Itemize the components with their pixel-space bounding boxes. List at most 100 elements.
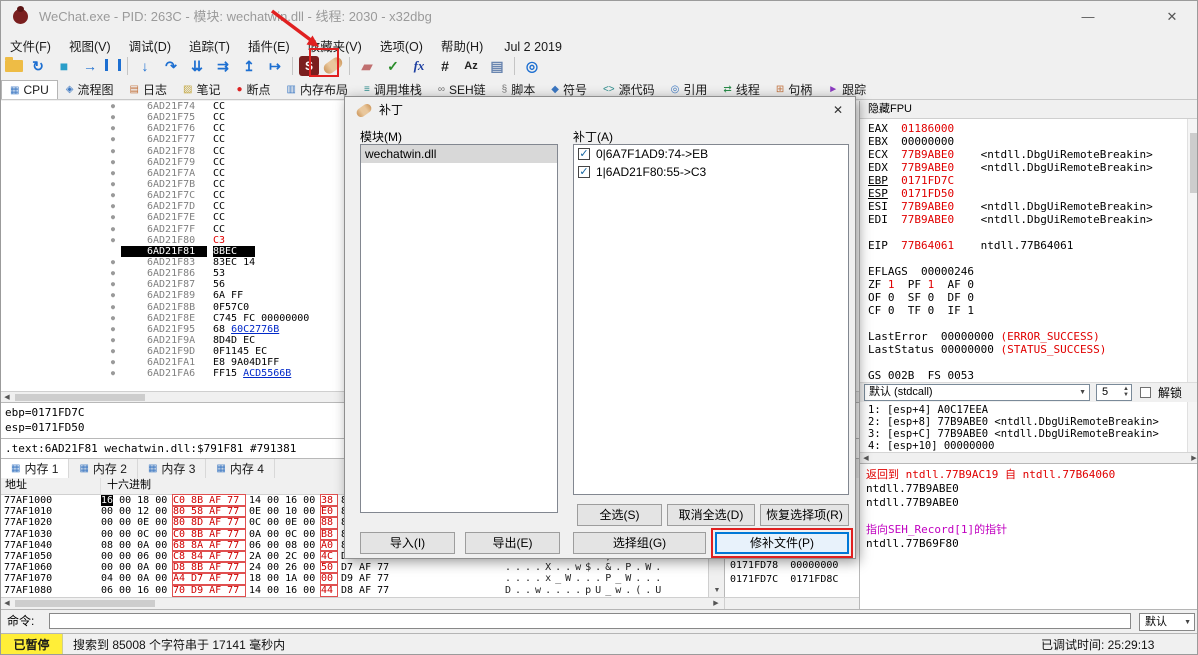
hash-icon[interactable]: #: [434, 55, 456, 77]
check-icon[interactable]: ✓: [382, 55, 404, 77]
scroll-left-icon[interactable]: ◀: [1, 393, 13, 402]
pause-icon[interactable]: [105, 59, 121, 71]
checkbox-checked-icon[interactable]: ✓: [578, 166, 590, 178]
register-line[interactable]: EDX 77B9ABE0 <ntdll.DbgUiRemoteBreakin>: [868, 161, 1186, 174]
register-line[interactable]: EFLAGS 00000246: [868, 265, 1186, 278]
dump-row[interactable]: 77AF1080 06 00 16 00 70 D9 AF 77 14 00 16 0…: [1, 583, 724, 597]
tab-notes[interactable]: ▨ 笔记: [175, 80, 228, 99]
stack-hscrollbar[interactable]: [724, 597, 859, 609]
scroll-down-icon[interactable]: ▼: [711, 586, 723, 596]
step-out-icon[interactable]: ↥: [238, 55, 260, 77]
stop-icon[interactable]: ■: [53, 55, 75, 77]
close-window-button[interactable]: ✕: [1149, 1, 1195, 33]
command-profile-select[interactable]: 默认 ▼: [1139, 613, 1195, 631]
step-into-icon[interactable]: ↓: [134, 55, 156, 77]
register-line[interactable]: ESP 0171FD50: [868, 187, 1186, 200]
disasm-operand-link[interactable]: 60C2776B: [231, 324, 279, 335]
scroll-left-icon[interactable]: ◀: [1, 599, 13, 608]
select-all-button[interactable]: 全选(S): [577, 504, 662, 526]
restore-selection-button[interactable]: 恢复选择项(R): [760, 504, 849, 526]
step-over-icon[interactable]: ↷: [160, 55, 182, 77]
tab-graph[interactable]: ◈ 流程图: [58, 80, 122, 99]
register-line[interactable]: ZF 1 PF 1 AF 0: [868, 278, 1186, 291]
calling-convention-select[interactable]: 默认 (stdcall) ▼: [864, 384, 1090, 401]
import-button[interactable]: 导入(I): [360, 532, 455, 554]
export-button[interactable]: 导出(E): [465, 532, 560, 554]
restart-icon[interactable]: ↻: [27, 55, 49, 77]
register-line[interactable]: EAX 01186000: [868, 122, 1186, 135]
select-group-button[interactable]: 选择组(G): [573, 532, 706, 554]
register-line[interactable]: [868, 226, 1186, 239]
scroll-right-icon[interactable]: ▶: [1188, 454, 1197, 463]
memory-tab[interactable]: ▦ 内存 2: [69, 459, 138, 478]
disasm-operand-link[interactable]: ACD5566B: [243, 368, 291, 379]
scrollbar-thumb[interactable]: [15, 600, 155, 607]
register-line[interactable]: [868, 252, 1186, 265]
run-to-user-icon[interactable]: ↦: [264, 55, 286, 77]
stepper-arrows-icon[interactable]: ▲ ▼: [1123, 386, 1129, 398]
registers-list: EAX 01186000 EBX 00000000 ECX 77B9ABE0 <nt…: [860, 119, 1186, 382]
unlock-checkbox[interactable]: [1140, 387, 1151, 398]
deselect-all-button[interactable]: 取消全选(D): [667, 504, 755, 526]
tab-breakpoints[interactable]: ● 断点: [228, 80, 278, 99]
argument-line[interactable]: 4: [esp+10] 00000000: [868, 440, 1186, 452]
patch-list-item[interactable]: ✓ 0|6A7F1AD9:74->EB: [574, 145, 848, 163]
register-line[interactable]: EBX 00000000: [868, 135, 1186, 148]
scroll-right-icon[interactable]: ▶: [710, 599, 722, 608]
patches-listbox[interactable]: ✓ 0|6A7F1AD9:74->EB ✓ 1|6AD21F80:55->C3: [573, 144, 849, 495]
memory-tab[interactable]: ▦ 内存 1: [1, 459, 70, 478]
tab-log[interactable]: ▤ 日志: [122, 80, 175, 99]
register-line[interactable]: [868, 356, 1186, 369]
az-icon[interactable]: Az: [460, 55, 482, 77]
patch-list-item[interactable]: ✓ 1|6AD21F80:55->C3: [574, 163, 848, 181]
tab-cpu[interactable]: ▦ CPU: [1, 80, 58, 99]
register-line[interactable]: OF 0 SF 0 DF 0: [868, 291, 1186, 304]
script-icon[interactable]: S: [299, 56, 319, 76]
module-list-item[interactable]: wechatwin.dll: [361, 145, 557, 163]
eraser-icon[interactable]: ▰: [356, 55, 378, 77]
animate-over-icon[interactable]: ⇉: [212, 55, 234, 77]
patch-dialog-title-bar[interactable]: 补丁 ✕: [345, 97, 855, 123]
register-line[interactable]: [868, 317, 1186, 330]
minimize-button[interactable]: —: [1065, 1, 1111, 33]
register-line[interactable]: ESI 77B9ABE0 <ntdll.DbgUiRemoteBreakin>: [868, 200, 1186, 213]
run-icon[interactable]: →: [79, 55, 101, 77]
checkbox-checked-icon[interactable]: ✓: [578, 148, 590, 160]
argument-line[interactable]: 1: [esp+4] A0C17EEA: [868, 404, 1186, 416]
registers-hscrollbar[interactable]: ◀ ▶: [860, 452, 1197, 463]
register-line[interactable]: GS 002B FS 0053: [868, 369, 1186, 382]
info-segment: ntdll.77B9ABE0: [866, 481, 959, 495]
register-line[interactable]: LastError 00000000 (ERROR_SUCCESS): [868, 330, 1186, 343]
register-line[interactable]: LastStatus 00000000 (STATUS_SUCCESS): [868, 343, 1186, 356]
argument-line[interactable]: 2: [esp+8] 77B9ABE0 <ntdll.DbgUiRemoteBr…: [868, 416, 1186, 428]
fx-icon[interactable]: fx: [408, 55, 430, 77]
register-line[interactable]: EDI 77B9ABE0 <ntdll.DbgUiRemoteBreakin>: [868, 213, 1186, 226]
stack-row[interactable]: 0171FD78 00000000: [730, 560, 838, 571]
dialog-close-button[interactable]: ✕: [821, 97, 855, 123]
telescope-icon[interactable]: ◎: [521, 55, 543, 77]
dump-row[interactable]: 77AF1060 00 00 0A 00 D8 8B AF 77 24 00 26 0…: [1, 561, 724, 575]
register-line[interactable]: ECX 77B9ABE0 <ntdll.DbgUiRemoteBreakin>: [868, 148, 1186, 161]
stack-row[interactable]: 0171FD7C 0171FD8C: [730, 574, 838, 585]
dump-hscrollbar[interactable]: ◀ ▶: [1, 597, 724, 609]
hide-fpu-button[interactable]: 隐藏FPU: [860, 101, 1197, 119]
memory-tab[interactable]: ▦ 内存 4: [206, 459, 275, 478]
memory-tab[interactable]: ▦ 内存 3: [138, 459, 207, 478]
register-line[interactable]: EBP 0171FD7C: [868, 174, 1186, 187]
scroll-left-icon[interactable]: ◀: [860, 454, 872, 463]
modules-listbox[interactable]: wechatwin.dll: [360, 144, 558, 513]
notepad-icon[interactable]: ▤: [486, 55, 508, 77]
argument-count-stepper[interactable]: 5 ▲ ▼: [1096, 384, 1132, 401]
dump-flag-byte: B8: [320, 527, 338, 541]
register-line[interactable]: EIP 77B64061 ntdll.77B64061: [868, 239, 1186, 252]
dump-row[interactable]: 77AF1070 04 00 0A 00 A4 D7 AF 77 18 00 1A 0…: [1, 572, 724, 586]
command-input[interactable]: [49, 613, 1131, 629]
animate-into-icon[interactable]: ⇊: [186, 55, 208, 77]
patch-icon[interactable]: [321, 55, 345, 76]
register-line[interactable]: CF 0 TF 0 IF 1: [868, 304, 1186, 317]
argument-line[interactable]: 3: [esp+C] 77B9ABE0 <ntdll.DbgUiRemoteBr…: [868, 428, 1186, 440]
scrollbar-thumb[interactable]: [15, 394, 145, 401]
registers-vscrollbar[interactable]: [1187, 119, 1197, 452]
open-file-icon[interactable]: [5, 57, 23, 72]
patch-file-button[interactable]: 修补文件(P): [715, 532, 849, 554]
